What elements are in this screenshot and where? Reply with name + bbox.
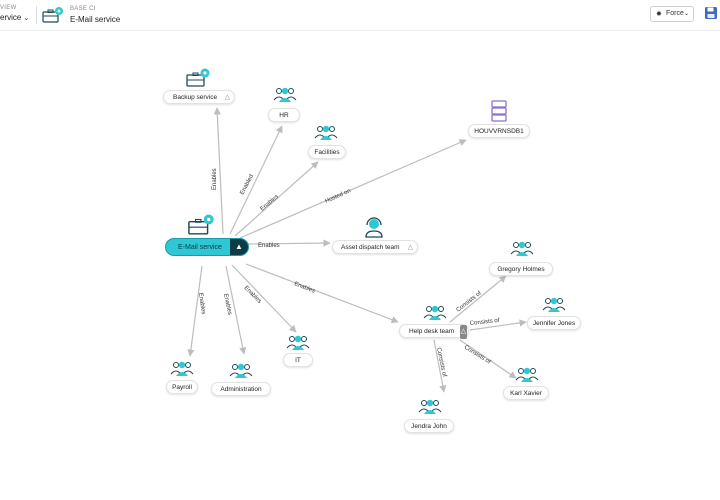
node-label: IT xyxy=(295,357,301,364)
node-label: E-Mail service xyxy=(178,244,222,251)
edge-label: Enables xyxy=(259,194,279,213)
people-group-icon xyxy=(542,297,566,312)
node-karl-xavier[interactable]: Karl Xavier xyxy=(503,386,549,400)
edge-label: Consists of xyxy=(470,318,500,327)
node-hr[interactable]: HR xyxy=(268,108,300,122)
service-briefcase-icon xyxy=(186,68,210,87)
node-label: HOUVVRNSDB1 xyxy=(474,128,524,135)
node-payroll[interactable]: Payroll xyxy=(166,380,198,394)
people-group-icon xyxy=(229,363,253,378)
node-it[interactable]: IT xyxy=(283,353,313,367)
headset-icon xyxy=(365,217,383,238)
node-label: Administration xyxy=(220,386,262,393)
edge-label: Enables xyxy=(293,281,315,294)
node-jendra-john[interactable]: Jendra John xyxy=(404,419,454,433)
edge-help-desk[interactable]: Enables xyxy=(245,263,399,324)
node-label: Facilities xyxy=(314,149,340,156)
node-label: Help desk team xyxy=(409,328,455,335)
edge-label: Consists of xyxy=(435,347,447,378)
people-group-icon xyxy=(515,367,539,382)
edge-it[interactable]: Enables xyxy=(231,264,297,333)
edge-label: Enables xyxy=(258,243,280,249)
edge-asset-dispatch[interactable]: Enables xyxy=(247,239,331,249)
node-jennifer-jones[interactable]: Jennifer Jones xyxy=(527,316,581,330)
edge-label: Enables xyxy=(197,292,206,314)
node-houvvrnsdb1[interactable]: HOUVVRNSDB1 xyxy=(468,124,530,138)
people-group-icon xyxy=(314,125,338,140)
node-backup-service[interactable]: Backup service △ xyxy=(163,90,235,104)
node-label: Gregory Holmes xyxy=(497,266,545,273)
edge-payroll[interactable]: Enables xyxy=(187,265,206,357)
node-asset-dispatch-team[interactable]: Asset dispatch team △ xyxy=(332,240,418,254)
node-email-service[interactable]: E-Mail service ▲ xyxy=(165,238,249,256)
edge-administration[interactable]: Enables xyxy=(222,265,247,355)
edge-jendra-john[interactable]: Consists of xyxy=(433,339,447,393)
people-group-icon xyxy=(423,305,447,320)
edge-label: Enables xyxy=(222,293,232,315)
edge-label: Consists of xyxy=(456,290,483,313)
edge-karl-xavier[interactable]: Consists of xyxy=(459,339,517,379)
people-group-icon xyxy=(510,241,534,256)
node-label: Jendra John xyxy=(411,423,447,430)
node-label: Backup service xyxy=(173,94,218,101)
edge-hosted-on[interactable]: Hosted on xyxy=(239,139,467,239)
node-label: Jennifer Jones xyxy=(532,320,576,327)
service-briefcase-icon xyxy=(188,214,214,235)
node-label: Payroll xyxy=(172,384,192,391)
edge-label: Consists of xyxy=(463,345,492,366)
edge-label: Hosted on xyxy=(324,188,351,205)
network-icon[interactable]: △ xyxy=(408,241,413,255)
network-icon[interactable]: △ xyxy=(459,325,467,339)
expand-network-icon[interactable]: ▲ xyxy=(230,239,248,255)
node-gregory-holmes[interactable]: Gregory Holmes xyxy=(489,262,553,276)
network-icon[interactable]: △ xyxy=(225,91,230,105)
people-group-icon xyxy=(273,87,297,102)
node-label: HR xyxy=(279,112,289,119)
node-administration[interactable]: Administration xyxy=(211,382,271,396)
node-label: Karl Xavier xyxy=(510,390,542,397)
people-group-icon xyxy=(286,335,310,350)
edge-label: Enables xyxy=(212,168,218,190)
node-facilities[interactable]: Facilities xyxy=(308,145,346,159)
database-icon xyxy=(491,100,507,122)
edge-gregory-holmes[interactable]: Consists of xyxy=(449,275,507,323)
edge-label: Enables xyxy=(243,285,263,305)
node-label: Asset dispatch team xyxy=(341,244,400,251)
people-group-icon xyxy=(170,361,194,376)
edge-label: Enabled xyxy=(239,174,255,196)
node-help-desk-team[interactable]: Help desk team △ xyxy=(399,324,469,339)
people-group-icon xyxy=(418,399,442,414)
edge-jennifer-jones[interactable]: Consists of xyxy=(470,318,527,331)
